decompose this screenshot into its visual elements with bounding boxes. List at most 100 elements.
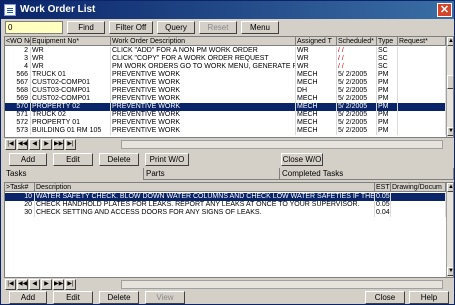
equipment-no: CUST02-COMP01 <box>31 79 111 87</box>
scheduled-date: 5/ 2/2005 <box>337 71 377 79</box>
assigned-to: MECH <box>296 95 337 103</box>
order-column-header[interactable]: <WO No <box>5 37 31 46</box>
tab-parts[interactable]: Parts <box>144 168 280 180</box>
order-column-header[interactable]: Work Order Description <box>111 37 296 46</box>
assigned-to: DH <box>296 87 337 95</box>
work-order-hscroll[interactable] <box>121 140 443 149</box>
work-order-row[interactable]: 571 TRUCK 02 PREVENTIVE WORK MECH 5/ 2/2005 P… <box>5 111 446 119</box>
scroll-down-icon[interactable]: ▼ <box>447 127 453 136</box>
edit-task-button[interactable]: Edit <box>53 291 93 304</box>
wo-description: PREVENTIVE WORK <box>111 111 296 119</box>
wo-number: 569 <box>5 95 31 103</box>
equipment-no: TRUCK 01 <box>31 71 111 79</box>
work-order-row[interactable]: 573 BUILDING 01 RM 105 PREVENTIVE WORK MECH… <box>5 127 446 135</box>
equipment-no: PROPERTY 01 <box>31 119 111 127</box>
request <box>398 47 446 55</box>
work-order-row[interactable]: 572 PROPERTY 01 PREVENTIVE WORK MECH 5/ 2/20… <box>5 119 446 127</box>
assigned-to: MECH <box>296 111 337 119</box>
work-order-row[interactable]: 4 WR PM WORK ORDERS GO TO WORK MENU, GENER… <box>5 63 446 71</box>
task-scroll-up-icon[interactable]: ▲ <box>447 183 453 192</box>
menu-button[interactable]: Menu <box>241 21 279 34</box>
scheduled-date: 5/ 2/2005 <box>337 111 377 119</box>
wo-number: 570 <box>5 103 31 111</box>
work-order-row[interactable]: 568 CUST03-COMP01 PREVENTIVE WORK DH 5/ 2/20… <box>5 87 446 95</box>
next-page-icon[interactable]: ▶▶ <box>53 139 64 150</box>
task-scrollbar[interactable]: ▲ ▼ <box>446 183 453 277</box>
task-column-header[interactable]: EST <box>375 183 391 192</box>
scheduled-date: 5/ 2/2005 <box>337 79 377 87</box>
order-column-header[interactable]: Equipment No* <box>31 37 111 46</box>
task-first-icon[interactable]: |◀ <box>5 279 16 290</box>
last-record-icon[interactable]: ▶| <box>65 139 76 150</box>
scheduled-date: 5/ 2/2005 <box>337 103 377 111</box>
task-next-icon[interactable]: ▶ <box>41 279 52 290</box>
task-column-header[interactable]: >Task# <box>5 183 35 192</box>
print-work-order-button[interactable]: Print W/O <box>145 153 189 166</box>
task-row[interactable]: 30 CHECK SETTING AND ACCESS DOORS FOR ANY… <box>5 209 446 217</box>
task-description: CHECK SETTING AND ACCESS DOORS FOR ANY S… <box>35 209 375 217</box>
delete-task-button[interactable]: Delete <box>99 291 139 304</box>
work-order-row[interactable]: 566 TRUCK 01 PREVENTIVE WORK MECH 5/ 2/2005 P… <box>5 71 446 79</box>
equipment-no: WR <box>31 55 111 63</box>
task-prev-icon[interactable]: ◀ <box>29 279 40 290</box>
search-input[interactable]: 0 <box>5 21 63 34</box>
work-order-row[interactable]: 570 PROPERTY 02 PREVENTIVE WORK MECH 5/ 2/20… <box>5 103 446 111</box>
tab-completed-tasks[interactable]: Completed Tasks <box>280 168 454 180</box>
assigned-to: MECH <box>296 127 337 135</box>
query-button[interactable]: Query <box>157 21 195 34</box>
request <box>398 87 446 95</box>
prev-record-icon[interactable]: ◀ <box>29 139 40 150</box>
scheduled-date: / / <box>337 55 377 63</box>
first-record-icon[interactable]: |◀ <box>5 139 16 150</box>
add-work-order-button[interactable]: Add <box>9 153 47 166</box>
task-next-page-icon[interactable]: ▶▶ <box>53 279 64 290</box>
work-order-row[interactable]: 3 WR CLICK "COPY" FOR A WORK ORDER REQUEST… <box>5 55 446 63</box>
work-order-grid[interactable]: <WO No Equipment No* Work Order Descriptio… <box>4 36 454 138</box>
equipment-no: CUST03-COMP01 <box>31 87 111 95</box>
task-column-header[interactable]: Drawing/Docum <box>391 183 446 192</box>
order-column-header[interactable]: Type <box>377 37 398 46</box>
wo-type: PM <box>377 127 398 135</box>
close-button[interactable]: Close <box>365 291 405 304</box>
work-order-row[interactable]: 569 CUST02-COMP01 PREVENTIVE WORK MECH 5/ 2/… <box>5 95 446 103</box>
order-column-header[interactable]: Request* <box>398 37 446 46</box>
work-order-scrollbar[interactable]: ▲ ▼ <box>446 37 453 137</box>
task-prev-page-icon[interactable]: ◀◀ <box>17 279 28 290</box>
edit-work-order-button[interactable]: Edit <box>53 153 93 166</box>
work-order-row[interactable]: 2 WR CLICK "ADD" FOR A NON PM WORK ORDER WR… <box>5 47 446 55</box>
work-order-row[interactable]: 567 CUST02-COMP01 PREVENTIVE WORK MECH 5/ 2/… <box>5 79 446 87</box>
request <box>398 127 446 135</box>
task-row[interactable]: 10 WATER SAFETY CHECK. BLOW DOWN WATER CO… <box>5 193 446 201</box>
delete-work-order-button[interactable]: Delete <box>99 153 139 166</box>
view-task-button[interactable]: View <box>145 291 185 304</box>
scheduled-date: / / <box>337 47 377 55</box>
scroll-up-icon[interactable]: ▲ <box>447 37 453 46</box>
task-row[interactable]: 20 CHECK HANDHOLD PLATES FOR LEAKS. REPOR… <box>5 201 446 209</box>
add-task-button[interactable]: Add <box>9 291 47 304</box>
app-icon <box>4 4 16 16</box>
task-grid[interactable]: >Task# Description EST Drawing/Docum 10 WATE… <box>4 182 454 278</box>
wo-description: PREVENTIVE WORK <box>111 95 296 103</box>
task-number: 20 <box>5 201 35 209</box>
wo-number: 568 <box>5 87 31 95</box>
prev-page-icon[interactable]: ◀◀ <box>17 139 28 150</box>
close-work-order-button[interactable]: Close W/O <box>281 153 323 166</box>
order-column-header[interactable]: Assigned T <box>296 37 337 46</box>
equipment-no: CUST02-COMP01 <box>31 95 111 103</box>
task-column-header[interactable]: Description <box>35 183 375 192</box>
task-scroll-down-icon[interactable]: ▼ <box>447 267 453 276</box>
task-last-icon[interactable]: ▶| <box>65 279 76 290</box>
order-column-header[interactable]: Scheduled* <box>337 37 377 46</box>
filter-button[interactable]: Filter Off <box>109 21 153 34</box>
help-button[interactable]: Help <box>409 291 449 304</box>
find-button[interactable]: Find <box>67 21 105 34</box>
equipment-no: BUILDING 01 RM 105 <box>31 127 111 135</box>
reset-button[interactable]: Reset <box>199 21 237 34</box>
tab-tasks[interactable]: Tasks <box>4 168 144 180</box>
close-window-button[interactable]: ✕ <box>437 3 452 17</box>
next-record-icon[interactable]: ▶ <box>41 139 52 150</box>
scheduled-date: 5/ 2/2005 <box>337 95 377 103</box>
task-hscroll[interactable] <box>121 280 443 289</box>
wo-type: SC <box>377 63 398 71</box>
scroll-thumb[interactable] <box>447 75 453 89</box>
